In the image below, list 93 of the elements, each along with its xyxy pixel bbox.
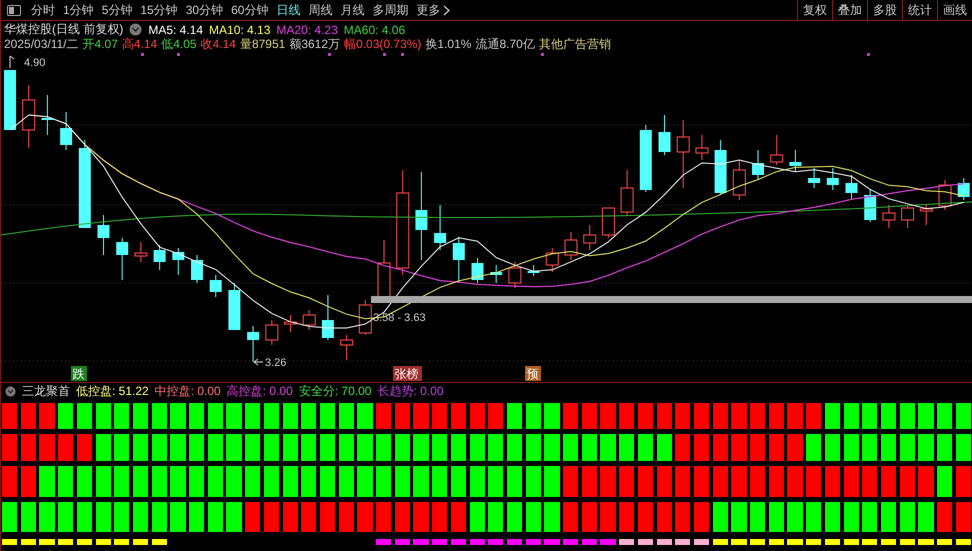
candlestick xyxy=(752,150,764,180)
signal-tag: 跌 xyxy=(71,366,87,381)
quote-value: 额3612万 xyxy=(289,36,340,53)
signal-tag: 预 xyxy=(525,366,541,381)
tool-button[interactable]: 复权 xyxy=(797,0,832,20)
period-tab[interactable]: 日线 xyxy=(272,1,304,19)
candlestick xyxy=(676,120,690,188)
candlestick xyxy=(808,168,820,188)
candlestick xyxy=(958,178,970,200)
candlestick xyxy=(602,208,615,238)
candlestick xyxy=(284,314,297,332)
candlestick xyxy=(714,140,727,196)
candlestick xyxy=(490,264,502,284)
chevron-right-icon xyxy=(443,4,450,16)
quote-value: 收4.14 xyxy=(200,36,236,53)
candlestick xyxy=(920,204,933,226)
candlestick xyxy=(882,204,896,228)
period-tab[interactable]: 30分钟 xyxy=(182,1,228,19)
panel-toggle-icon[interactable] xyxy=(7,4,21,16)
quote-value: 开4.07 xyxy=(82,36,118,53)
quote-value: 量87951 xyxy=(240,36,286,53)
candlestick xyxy=(116,238,128,280)
signal-tag: 张榜 xyxy=(393,366,422,381)
period-tab[interactable]: 60分钟 xyxy=(227,1,272,19)
candlestick xyxy=(41,94,54,136)
candlestick xyxy=(134,242,148,262)
candlestick xyxy=(658,114,670,156)
indicator-value: 低控盘: 51.22 xyxy=(76,382,149,400)
candlestick xyxy=(472,258,484,284)
more-button[interactable]: 更多 xyxy=(412,1,454,19)
candlestick xyxy=(938,180,952,210)
ma-value: MA20: 4.23 xyxy=(276,22,338,36)
candlestick xyxy=(60,112,72,150)
candlestick xyxy=(640,124,652,192)
quote-value: 换1.01% xyxy=(425,36,472,53)
candlestick xyxy=(864,190,876,222)
tool-button[interactable]: 画线 xyxy=(937,0,972,20)
indicator-value: 高控盘: 0.00 xyxy=(226,382,293,400)
candlestick xyxy=(265,320,278,346)
quote-value: 高4.14 xyxy=(122,36,158,53)
candlestick xyxy=(583,224,596,250)
candlestick xyxy=(452,236,465,284)
period-tab[interactable]: 15分钟 xyxy=(136,1,182,19)
candlestick xyxy=(172,248,184,276)
candlestick xyxy=(302,310,316,330)
collapse-icon[interactable] xyxy=(129,23,142,36)
candlestick xyxy=(340,334,354,360)
indicator-value: 安全分: 70.00 xyxy=(298,382,372,400)
candlestick xyxy=(98,214,110,256)
candlestick xyxy=(434,204,446,250)
candlestick xyxy=(620,170,634,216)
collapse-icon[interactable] xyxy=(5,386,16,396)
candlestick xyxy=(546,248,559,272)
candlestick xyxy=(210,274,222,298)
candlestick xyxy=(228,282,240,330)
tool-button[interactable]: 统计 xyxy=(902,0,937,20)
period-tab[interactable]: 分时 xyxy=(27,1,59,19)
indicator-value: 中控盘: 0.00 xyxy=(154,382,221,400)
candlestick xyxy=(732,160,746,200)
tool-button[interactable]: 多股 xyxy=(867,0,902,20)
candlestick xyxy=(191,254,203,284)
candlestick xyxy=(154,244,166,270)
period-tab[interactable]: 1分钟 xyxy=(59,1,98,19)
period-tab[interactable]: 5分钟 xyxy=(98,1,136,19)
indicator-value: 长趋势: 0.00 xyxy=(377,382,444,400)
candlestick xyxy=(564,232,578,260)
candlestick xyxy=(789,150,802,172)
candlestick xyxy=(770,134,784,166)
candlestick xyxy=(358,300,372,336)
candlestick xyxy=(846,174,858,200)
candlestick xyxy=(4,70,16,130)
quote-value: 2025/03/11/二 xyxy=(4,36,79,53)
quote-value: 流通8.70亿 xyxy=(475,36,535,53)
quote-value: 幅0.03(0.73%) xyxy=(344,36,422,53)
candlestick xyxy=(508,262,522,288)
stock-title: 华煤控股(日线 前复权) xyxy=(4,21,124,38)
indicator-name: 三龙聚首 xyxy=(22,382,70,400)
quote-value: 低4.05 xyxy=(161,36,197,53)
tool-button[interactable]: 叠加 xyxy=(832,0,867,20)
ma-value: MA60: 4.06 xyxy=(344,22,406,36)
candlestick xyxy=(322,294,334,340)
quote-value: 其他广告营销 xyxy=(538,36,611,53)
candlestick xyxy=(528,264,540,276)
period-tab[interactable]: 周线 xyxy=(304,1,336,19)
candlestick xyxy=(826,168,839,190)
period-tab[interactable]: 月线 xyxy=(336,1,368,19)
candlestick xyxy=(22,84,36,148)
candlestick xyxy=(247,326,260,362)
period-tab[interactable]: 多周期 xyxy=(368,1,412,19)
candlestick xyxy=(695,134,708,160)
ma-value: MA10: 4.13 xyxy=(209,22,270,36)
ma-value: MA5: 4.14 xyxy=(148,22,204,36)
candlestick xyxy=(901,204,914,228)
